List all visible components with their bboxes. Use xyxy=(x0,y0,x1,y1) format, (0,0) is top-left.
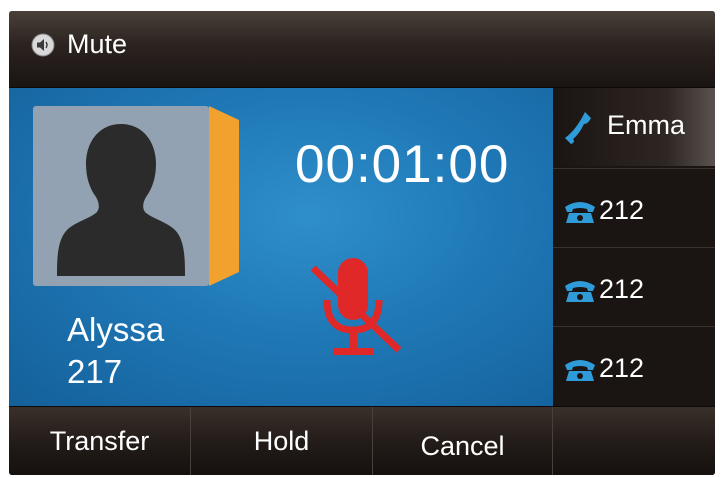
desk-phone-icon xyxy=(565,360,595,381)
line-list: Emma 212 212 212 xyxy=(553,88,715,406)
line-key-1[interactable]: Emma xyxy=(553,88,715,166)
caller-number: 217 xyxy=(67,353,123,390)
line-key-3[interactable]: 212 xyxy=(553,247,715,326)
hold-button[interactable]: Hold xyxy=(191,407,373,475)
contact-card-tab xyxy=(209,106,239,286)
line-key-4[interactable]: 212 xyxy=(553,326,715,405)
status-bar: Mute xyxy=(9,11,715,88)
transfer-button[interactable]: Transfer xyxy=(9,407,191,475)
cancel-button[interactable]: Cancel xyxy=(373,407,553,475)
mute-label[interactable]: Mute xyxy=(67,29,127,60)
softkey-bar: Transfer Hold Cancel xyxy=(9,406,715,475)
handset-icon xyxy=(565,112,591,144)
desk-phone-icon xyxy=(565,281,595,302)
call-panel: Alyssa 217 00:01:00 xyxy=(9,88,553,406)
line-label: Emma xyxy=(607,110,686,140)
phone-screen: Mute Alyssa 217 00:01:00 Emma 212 212 21… xyxy=(9,11,715,475)
speaker-mute-icon[interactable] xyxy=(31,33,55,57)
desk-phone-icon xyxy=(565,202,595,223)
softkey-empty[interactable] xyxy=(553,407,715,475)
avatar xyxy=(33,106,209,286)
line-label: 212 xyxy=(599,274,645,304)
microphone-muted-icon xyxy=(310,258,401,355)
call-timer: 00:01:00 xyxy=(295,135,510,194)
contact-silhouette-icon xyxy=(57,124,185,276)
line-label: 212 xyxy=(599,195,645,225)
caller-name: Alyssa xyxy=(67,311,165,348)
line-key-2[interactable]: 212 xyxy=(553,168,715,247)
line-label: 212 xyxy=(599,353,645,383)
